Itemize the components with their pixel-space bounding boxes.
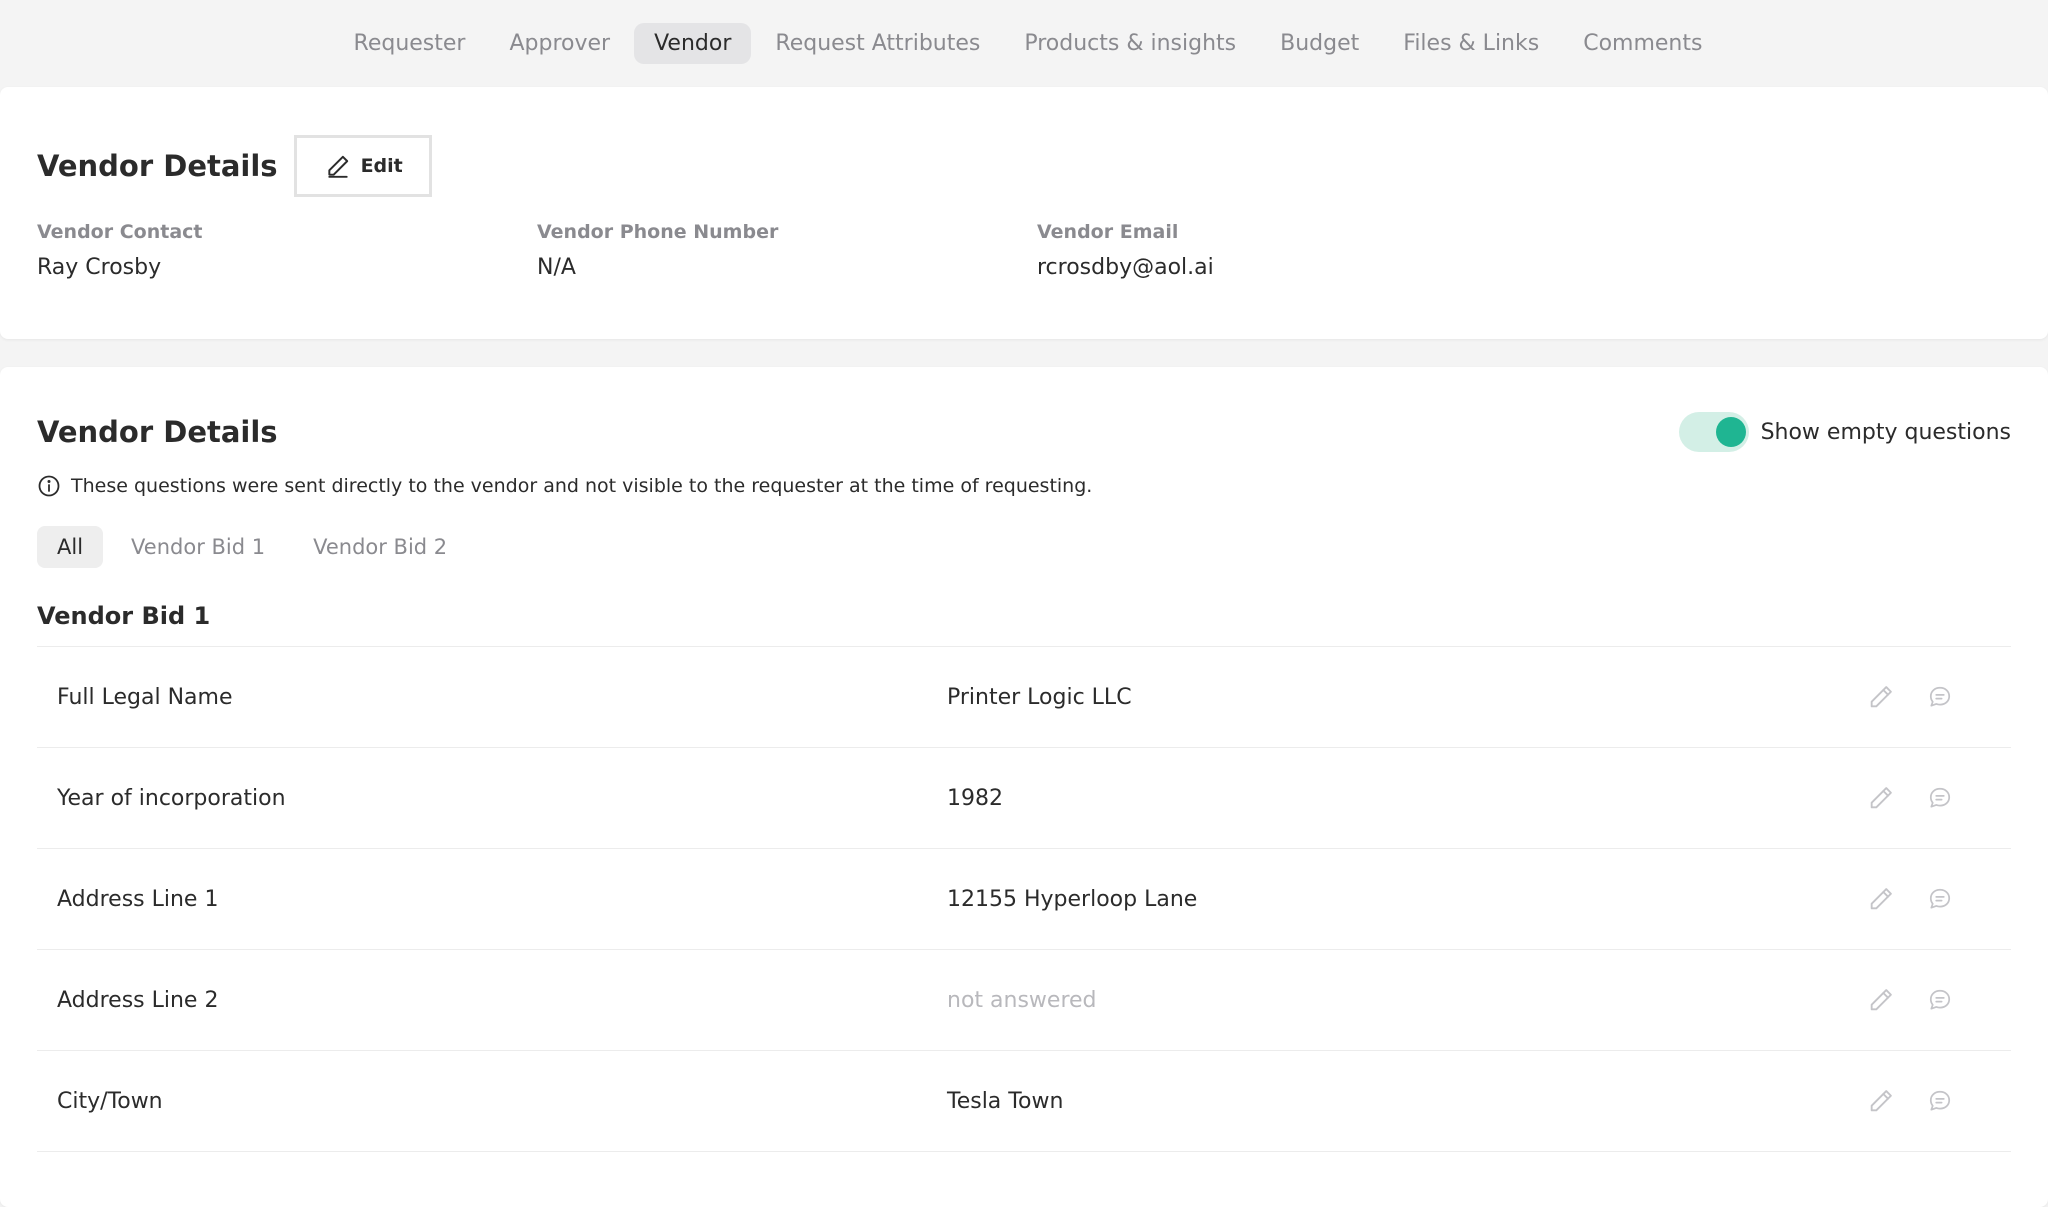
- toggle-switch[interactable]: [1678, 412, 1749, 452]
- toggle-knob: [1715, 417, 1746, 447]
- vendor-questions-title: Vendor Details: [37, 415, 278, 449]
- answer-value: 1982: [947, 785, 1003, 811]
- tab-vendor[interactable]: Vendor: [634, 23, 752, 64]
- comment-icon[interactable]: [1927, 684, 1953, 710]
- info-notice: These questions were sent directly to th…: [37, 474, 2011, 498]
- show-empty-questions-toggle[interactable]: Show empty questions: [1678, 412, 2011, 452]
- question-label: Address Line 2: [57, 987, 219, 1013]
- info-icon: [38, 475, 60, 497]
- question-label: Full Legal Name: [57, 684, 233, 710]
- bid-filter-tabs: All Vendor Bid 1 Vendor Bid 2: [37, 526, 2011, 568]
- tab-comments[interactable]: Comments: [1563, 23, 1722, 64]
- comment-icon[interactable]: [1927, 1088, 1953, 1114]
- tab-request-attributes[interactable]: Request Attributes: [755, 23, 1000, 64]
- table-row: Address Line 2 not answered: [37, 950, 2011, 1051]
- tab-requester[interactable]: Requester: [334, 23, 486, 64]
- tab-budget[interactable]: Budget: [1260, 23, 1379, 64]
- row-actions: [1867, 1087, 1953, 1115]
- row-actions: [1867, 986, 1953, 1014]
- row-actions: [1867, 683, 1953, 711]
- question-label: Address Line 1: [57, 886, 219, 912]
- info-text: These questions were sent directly to th…: [71, 475, 1093, 497]
- comment-icon[interactable]: [1927, 987, 1953, 1013]
- field-label: Vendor Email: [1037, 221, 1179, 243]
- top-tab-bar: Requester Approver Vendor Request Attrib…: [0, 0, 2048, 87]
- row-actions: [1867, 784, 1953, 812]
- field-value: Ray Crosby: [37, 255, 162, 280]
- field-label: Vendor Phone Number: [537, 221, 779, 243]
- row-actions: [1867, 885, 1953, 913]
- answer-value: Printer Logic LLC: [947, 684, 1132, 710]
- pencil-icon: [327, 155, 348, 178]
- vendor-details-title: Vendor Details: [37, 149, 278, 183]
- tab-products-insights[interactable]: Products & insights: [1004, 23, 1256, 64]
- field-value: N/A: [537, 255, 576, 280]
- tab-approver[interactable]: Approver: [489, 23, 630, 64]
- vendor-questions-card: Vendor Details Show empty questions Thes…: [0, 367, 2048, 1207]
- edit-button-label: Edit: [360, 155, 403, 177]
- subtab-vendor-bid-1[interactable]: Vendor Bid 1: [111, 526, 285, 568]
- field-label: Vendor Contact: [37, 221, 203, 243]
- comment-icon[interactable]: [1927, 886, 1953, 912]
- vendor-contact-field: Vendor Contact Ray Crosby: [37, 221, 537, 280]
- pencil-icon[interactable]: [1867, 1087, 1895, 1115]
- pencil-icon[interactable]: [1867, 784, 1895, 812]
- subtab-vendor-bid-2[interactable]: Vendor Bid 2: [293, 526, 467, 568]
- vendor-contact-header: Vendor Details Edit: [37, 87, 2011, 203]
- answer-value: not answered: [947, 987, 1097, 1013]
- table-row: Full Legal Name Printer Logic LLC: [37, 647, 2011, 748]
- pencil-icon[interactable]: [1867, 683, 1895, 711]
- section-title: Vendor Bid 1: [37, 602, 2011, 647]
- table-row: City/Town Tesla Town: [37, 1051, 2011, 1152]
- answer-value: Tesla Town: [947, 1088, 1064, 1114]
- tab-files-links[interactable]: Files & Links: [1383, 23, 1559, 64]
- pencil-icon[interactable]: [1867, 885, 1895, 913]
- pencil-icon[interactable]: [1867, 986, 1895, 1014]
- vendor-email-field: Vendor Email rcrosdby@aol.ai: [1037, 221, 1537, 280]
- vendor-contact-fields: Vendor Contact Ray Crosby Vendor Phone N…: [37, 221, 2011, 280]
- question-label: Year of incorporation: [57, 785, 286, 811]
- edit-button[interactable]: Edit: [293, 135, 432, 197]
- vendor-contact-card: Vendor Details Edit Vendor Contact Ray C…: [0, 87, 2048, 339]
- table-row: Address Line 1 12155 Hyperloop Lane: [37, 849, 2011, 950]
- subtab-all[interactable]: All: [37, 526, 104, 568]
- question-label: City/Town: [57, 1088, 163, 1114]
- comment-icon[interactable]: [1927, 785, 1953, 811]
- vendor-questions-header: Vendor Details Show empty questions: [37, 367, 2011, 467]
- field-value: rcrosdby@aol.ai: [1037, 255, 1214, 280]
- toggle-label: Show empty questions: [1760, 419, 2011, 445]
- vendor-phone-field: Vendor Phone Number N/A: [537, 221, 1037, 280]
- answer-value: 12155 Hyperloop Lane: [947, 886, 1198, 912]
- table-row: Year of incorporation 1982: [37, 748, 2011, 849]
